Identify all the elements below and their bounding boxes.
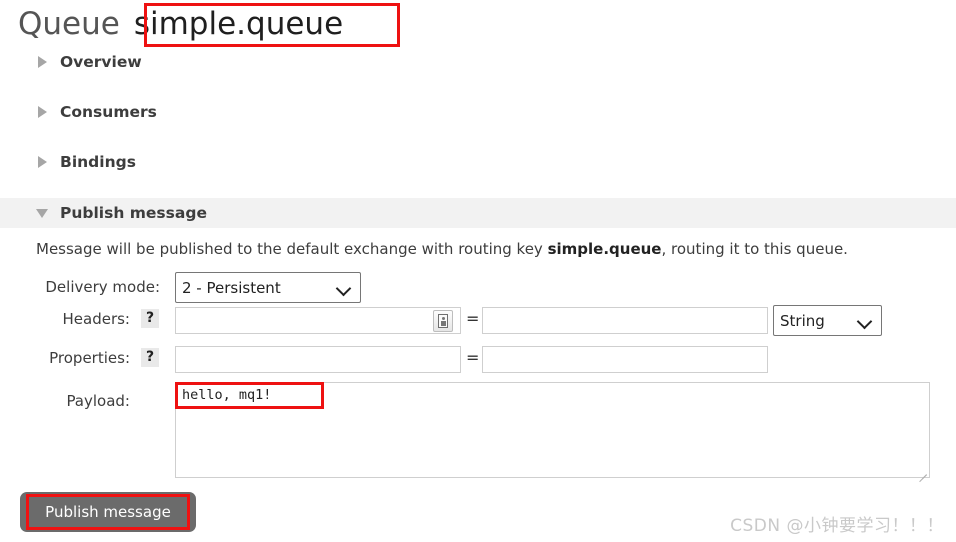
sidebar-item-overview[interactable]: Overview — [0, 48, 956, 76]
triangle-right-icon — [38, 56, 47, 68]
delivery-mode-select[interactable]: 2 - Persistent — [175, 272, 361, 303]
page-title-prefix: Queue — [18, 6, 120, 42]
row-properties: Properties: ? = — [0, 344, 956, 374]
headers-equals-sign: = — [466, 309, 480, 328]
label-delivery-mode: Delivery mode: — [45, 278, 160, 296]
sidebar-item-bindings[interactable]: Bindings — [0, 148, 956, 176]
label-properties: Properties: — [49, 349, 130, 367]
label-headers: Headers: — [62, 310, 131, 328]
properties-equals-sign: = — [466, 348, 480, 367]
publish-description: Message will be published to the default… — [36, 240, 848, 258]
payload-textarea[interactable]: hello, mq1! — [175, 382, 930, 478]
headers-value-input[interactable] — [482, 307, 768, 334]
watermark-text: CSDN @小钟要学习！！！ — [730, 516, 944, 536]
row-headers: Headers: ? = String — [0, 305, 956, 336]
properties-value-input[interactable] — [482, 346, 768, 373]
help-badge-headers[interactable]: ? — [141, 309, 159, 328]
sidebar-item-consumers[interactable]: Consumers — [0, 98, 956, 126]
row-payload: Payload: hello, mq1! — [0, 382, 956, 483]
headers-type-select-wrap[interactable]: String — [773, 305, 882, 336]
section-label-publish-message: Publish message — [60, 204, 207, 222]
publish-description-routing-key: simple.queue — [547, 240, 662, 258]
section-label-bindings: Bindings — [60, 153, 136, 171]
section-header-publish-message[interactable]: Publish message — [0, 198, 956, 228]
triangle-down-icon — [36, 208, 48, 218]
delivery-mode-select-wrap[interactable]: 2 - Persistent — [175, 272, 361, 303]
triangle-right-icon — [38, 106, 47, 118]
autofill-card-icon[interactable] — [433, 310, 453, 332]
headers-type-select[interactable]: String — [773, 305, 882, 336]
page-title: Queue simple.queue — [18, 4, 349, 44]
properties-key-input[interactable] — [175, 346, 461, 373]
headers-key-input[interactable] — [175, 307, 461, 334]
section-label-overview: Overview — [60, 53, 142, 71]
page-title-queue-name: simple.queue — [133, 6, 344, 42]
section-label-consumers: Consumers — [60, 103, 157, 121]
help-badge-properties[interactable]: ? — [141, 348, 159, 367]
row-delivery-mode: Delivery mode: 2 - Persistent — [0, 272, 956, 304]
label-payload: Payload: — [66, 392, 130, 410]
triangle-right-icon — [38, 156, 47, 168]
publish-description-after: , routing it to this queue. — [661, 240, 848, 258]
publish-description-before: Message will be published to the default… — [36, 240, 548, 258]
publish-message-button[interactable]: Publish message — [20, 492, 196, 532]
